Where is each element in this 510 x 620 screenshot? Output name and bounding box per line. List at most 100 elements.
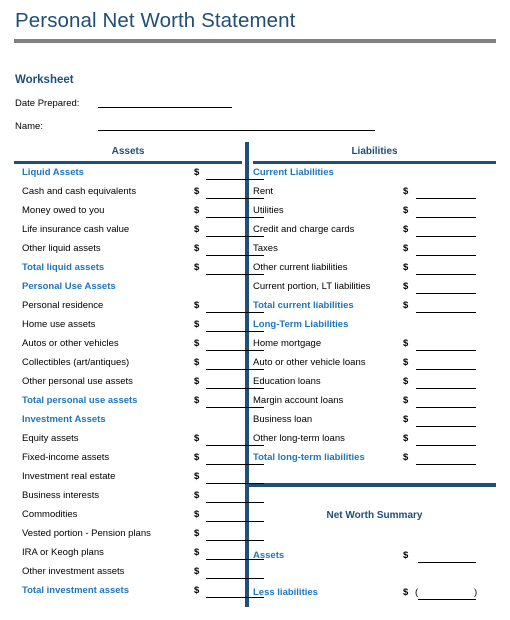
asset-line-amount-input[interactable]	[206, 255, 264, 256]
currency-symbol: $	[403, 587, 409, 598]
name-input[interactable]	[98, 130, 375, 131]
asset-line-label: Equity assets	[22, 433, 79, 444]
liability-line-amount-input[interactable]	[416, 274, 476, 275]
asset-line-amount-input[interactable]	[206, 198, 264, 199]
currency-symbol: $	[194, 547, 200, 558]
liabilities-header-underline	[253, 161, 496, 164]
asset-line-amount-input[interactable]	[206, 407, 264, 408]
net-worth-summary-amount-input[interactable]	[418, 599, 476, 600]
net-worth-summary-label: Assets	[253, 550, 285, 561]
liability-line-label: Utilities	[253, 205, 284, 216]
asset-line-label: Other investment assets	[22, 566, 125, 577]
asset-line-amount-input[interactable]	[206, 464, 264, 465]
currency-symbol: $	[194, 528, 200, 539]
currency-symbol: $	[403, 376, 409, 387]
currency-symbol: $	[194, 357, 200, 368]
liability-line-amount-input[interactable]	[416, 293, 476, 294]
asset-line-label: Business interests	[22, 490, 100, 501]
currency-symbol: $	[194, 300, 200, 311]
currency-symbol: $	[403, 281, 409, 292]
liability-line-amount-input[interactable]	[416, 464, 476, 465]
currency-symbol: $	[403, 262, 409, 273]
asset-line-label: Home use assets	[22, 319, 96, 330]
liability-line-amount-input[interactable]	[416, 198, 476, 199]
currency-symbol: $	[194, 490, 200, 501]
net-worth-summary-amount-input[interactable]	[418, 562, 476, 563]
asset-line-amount-input[interactable]	[206, 483, 264, 484]
currency-symbol: $	[403, 186, 409, 197]
liability-line-amount-input[interactable]	[416, 217, 476, 218]
liability-line-amount-input[interactable]	[416, 236, 476, 237]
currency-symbol: $	[403, 300, 409, 311]
liability-line-amount-input[interactable]	[416, 445, 476, 446]
currency-symbol: $	[194, 205, 200, 216]
asset-line-amount-input[interactable]	[206, 445, 264, 446]
currency-symbol: $	[403, 224, 409, 235]
asset-line-amount-input[interactable]	[206, 540, 264, 541]
asset-line-amount-input[interactable]	[206, 350, 264, 351]
asset-line-label: Other liquid assets	[22, 243, 101, 254]
liability-line-amount-input[interactable]	[416, 350, 476, 351]
paren-close: )	[474, 587, 478, 598]
asset-line-amount-input[interactable]	[206, 312, 264, 313]
liability-line-label: Other current liabilities	[253, 262, 348, 273]
asset-line-amount-input[interactable]	[206, 369, 264, 370]
assets-column-header: Assets	[111, 146, 145, 157]
currency-symbol: $	[194, 338, 200, 349]
asset-line-label: Total liquid assets	[22, 262, 105, 273]
asset-line-amount-input[interactable]	[206, 502, 264, 503]
currency-symbol: $	[403, 414, 409, 425]
liability-line-label: Total long-term liabilities	[253, 452, 365, 463]
asset-line-label: Personal Use Assets	[22, 281, 116, 292]
net-worth-summary-divider	[249, 483, 496, 487]
assets-header-underline	[14, 161, 242, 164]
asset-line-label: Money owed to you	[22, 205, 105, 216]
currency-symbol: $	[403, 338, 409, 349]
currency-symbol: $	[194, 319, 200, 330]
asset-line-amount-input[interactable]	[206, 274, 264, 275]
asset-line-label: Commodities	[22, 509, 78, 520]
currency-symbol: $	[194, 395, 200, 406]
liability-line-amount-input[interactable]	[416, 312, 476, 313]
liability-line-label: Current portion, LT liabilities	[253, 281, 371, 292]
currency-symbol: $	[194, 452, 200, 463]
asset-line-amount-input[interactable]	[206, 217, 264, 218]
liability-line-amount-input[interactable]	[416, 407, 476, 408]
asset-line-amount-input[interactable]	[206, 578, 264, 579]
liability-line-label: Education loans	[253, 376, 321, 387]
currency-symbol: $	[194, 471, 200, 482]
asset-line-label: Other personal use assets	[22, 376, 133, 387]
asset-line-amount-input[interactable]	[206, 236, 264, 237]
liability-line-amount-input[interactable]	[416, 388, 476, 389]
asset-line-label: Cash and cash equivalents	[22, 186, 137, 197]
currency-symbol: $	[403, 243, 409, 254]
liability-line-label: Auto or other vehicle loans	[253, 357, 366, 368]
liability-line-label: Taxes	[253, 243, 278, 254]
currency-symbol: $	[194, 224, 200, 235]
currency-symbol: $	[194, 566, 200, 577]
currency-symbol: $	[194, 262, 200, 273]
liabilities-column-header: Liabilities	[351, 146, 398, 157]
currency-symbol: $	[403, 205, 409, 216]
asset-line-amount-input[interactable]	[206, 388, 264, 389]
asset-line-label: Investment Assets	[22, 414, 106, 425]
liability-line-label: Business loan	[253, 414, 313, 425]
liability-line-amount-input[interactable]	[416, 369, 476, 370]
liability-line-amount-input[interactable]	[416, 255, 476, 256]
currency-symbol: $	[403, 357, 409, 368]
column-divider	[245, 142, 249, 607]
currency-symbol: $	[194, 243, 200, 254]
currency-symbol: $	[403, 433, 409, 444]
asset-line-label: Autos or other vehicles	[22, 338, 119, 349]
liability-line-label: Credit and charge cards	[253, 224, 355, 235]
liability-line-amount-input[interactable]	[416, 426, 476, 427]
asset-line-label: Investment real estate	[22, 471, 116, 482]
asset-line-amount-input[interactable]	[206, 521, 264, 522]
liability-line-label: Rent	[253, 186, 274, 197]
asset-line-amount-input[interactable]	[206, 331, 264, 332]
currency-symbol: $	[403, 395, 409, 406]
asset-line-label: IRA or Keogh plans	[22, 547, 104, 558]
asset-line-amount-input[interactable]	[206, 179, 264, 180]
date-prepared-input[interactable]	[98, 107, 232, 108]
liability-line-label: Margin account loans	[253, 395, 344, 406]
